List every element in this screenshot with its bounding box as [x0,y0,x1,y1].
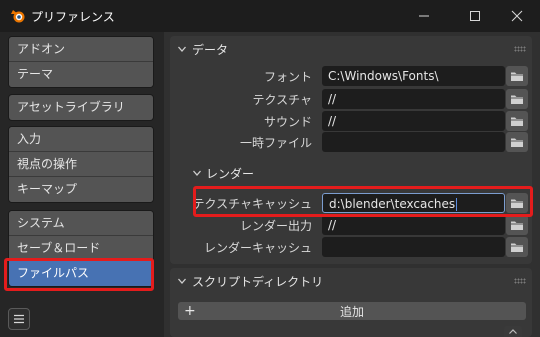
window-title: プリファレンス [31,10,115,24]
folder-icon [511,221,523,230]
add-script-directory-button[interactable]: + 追加 [178,302,526,320]
font-path-field[interactable]: C:\Windows\Fonts\ [322,66,505,86]
close-icon [511,10,523,22]
render-output-label: レンダー出力 [239,219,312,233]
render-output-row: レンダー出力 [164,215,312,235]
blender-logo-icon [11,10,25,23]
texture-label: テクスチャ [252,93,312,107]
render-cache-path-field[interactable] [322,237,505,257]
texture-cache-path-value: d:\blender\texcaches [329,197,456,211]
sidebar: アドオン テーマ アセットライブラリ 入力 視点の操作 キーマップ システム セ… [0,32,164,337]
chevron-down-icon [178,46,186,52]
render-cache-label: レンダーキャッシュ [203,241,312,255]
folder-icon [511,138,523,147]
scripts-panel-header[interactable]: スクリプトディレクトリ [170,268,532,294]
maximize-icon [470,11,480,21]
render-cache-row: レンダーキャッシュ [164,237,312,257]
data-panel-title: データ [192,43,229,57]
render-output-path-field[interactable]: // [322,215,505,235]
sidebar-item-input[interactable]: 入力 [9,127,153,152]
chevron-down-icon [178,278,186,284]
sidebar-item-file-paths[interactable]: ファイルパス [9,261,153,286]
sidebar-item-themes[interactable]: テーマ [9,62,153,87]
temp-label: 一時ファイル [239,136,312,150]
font-folder-button[interactable] [506,66,528,86]
folder-icon [511,199,523,208]
texture-cache-folder-button[interactable] [506,193,528,213]
temp-row: 一時ファイル [164,132,312,152]
render-subpanel-title: レンダー [206,167,255,181]
sound-row: サウンド [164,111,312,131]
minimize-button[interactable] [401,0,447,32]
font-label: フォント [263,70,312,84]
temp-folder-button[interactable] [506,132,528,152]
chevron-down-icon [193,170,201,176]
temp-path-field[interactable] [322,132,505,152]
hamburger-icon [14,314,24,324]
sidebar-item-keymap[interactable]: キーマップ [9,177,153,202]
chevron-up-icon [509,329,517,334]
texture-cache-path-field[interactable]: d:\blender\texcaches [322,193,505,213]
folder-icon [511,243,523,252]
drag-grip-icon[interactable] [514,46,526,52]
texture-cache-label: テクスチャキャッシュ [192,197,312,211]
add-button-label: 追加 [339,305,364,319]
preferences-menu-button[interactable] [8,308,30,330]
sidebar-group-3: 入力 視点の操作 キーマップ [8,126,154,203]
scroll-up-button[interactable] [504,326,522,337]
texture-cache-row: テクスチャキャッシュ [164,193,312,213]
minimize-icon [419,15,429,17]
sidebar-group-2: アセットライブラリ [8,94,154,121]
texture-folder-button[interactable] [506,89,528,109]
render-output-folder-button[interactable] [506,215,528,235]
sidebar-item-addons[interactable]: アドオン [9,37,153,62]
sidebar-group-1: アドオン テーマ [8,36,154,88]
text-cursor [456,198,458,211]
sidebar-item-system[interactable]: システム [9,211,153,236]
close-button[interactable] [494,0,540,32]
sidebar-item-navigation[interactable]: 視点の操作 [9,152,153,177]
drag-grip-icon[interactable] [514,278,526,284]
render-cache-folder-button[interactable] [506,237,528,257]
scripts-panel-title: スクリプトディレクトリ [192,275,324,289]
texture-row: テクスチャ [164,89,312,109]
folder-icon [511,117,523,126]
sidebar-item-save-load[interactable]: セーブ＆ロード [9,236,153,261]
sidebar-group-4: システム セーブ＆ロード ファイルパス [8,210,154,287]
sound-folder-button[interactable] [506,111,528,131]
folder-icon [511,95,523,104]
maximize-button[interactable] [452,0,498,32]
folder-icon [511,72,523,81]
sidebar-item-asset-libraries[interactable]: アセットライブラリ [9,95,153,120]
data-panel-header[interactable]: データ [170,36,532,62]
font-row: フォント [164,66,312,86]
sound-label: サウンド [263,115,312,129]
render-subpanel-header[interactable]: レンダー [188,163,308,183]
texture-path-field[interactable]: // [322,89,505,109]
title-bar: プリファレンス [0,0,540,32]
sound-path-field[interactable]: // [322,111,505,131]
